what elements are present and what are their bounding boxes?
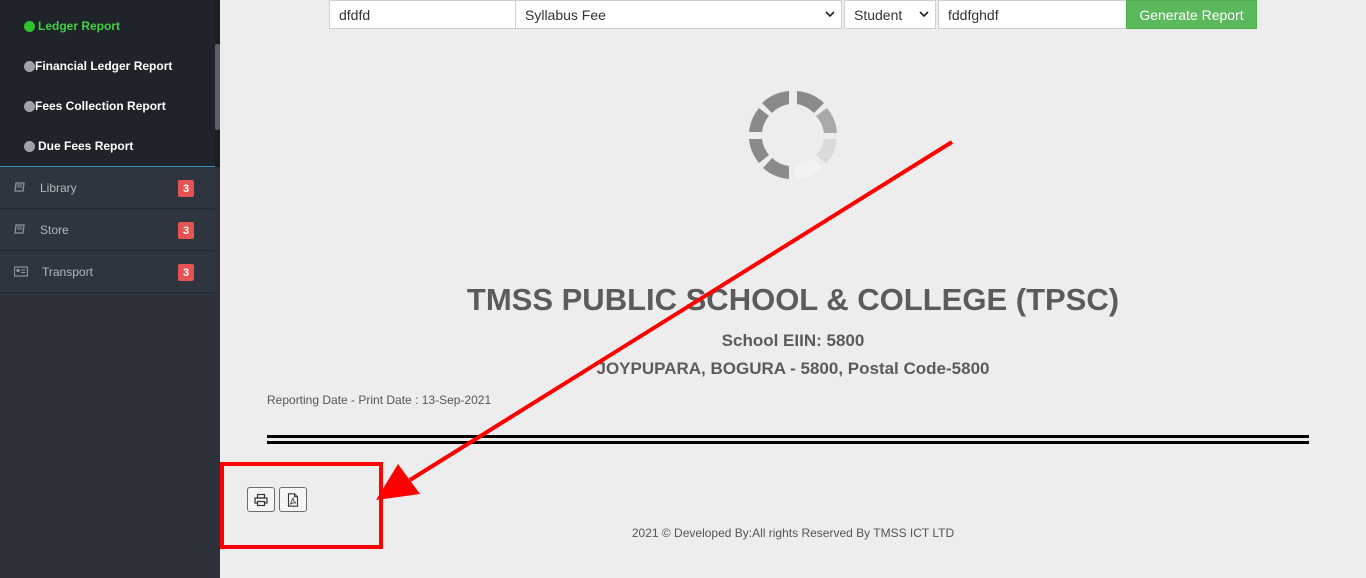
submenu-item-fees-collection-report[interactable]: Fees Collection Report	[24, 96, 166, 116]
bullet-icon	[24, 100, 35, 112]
bullet-icon	[24, 20, 35, 32]
sidebar-item-library[interactable]: Library 3	[0, 168, 215, 209]
bullet-icon	[24, 140, 35, 152]
school-name: TMSS PUBLIC SCHOOL & COLLEGE (TPSC)	[466, 282, 1120, 317]
submenu-item-due-fees-report[interactable]: Due Fees Report	[24, 136, 133, 156]
chevron-down-icon	[919, 11, 929, 18]
count-badge: 3	[178, 222, 194, 239]
book-icon	[14, 224, 25, 234]
divider	[267, 441, 1309, 444]
annotation-arrow-head	[376, 464, 420, 500]
pdf-button[interactable]	[279, 487, 307, 512]
loading-spinner-icon	[749, 91, 837, 179]
divider	[267, 435, 1309, 438]
fee-type-select[interactable]: Syllabus Fee	[515, 0, 842, 29]
school-eiin: School EIIN: 5800	[721, 331, 865, 350]
input-value: dfdfd	[339, 6, 371, 23]
book-icon	[14, 182, 25, 192]
sidebar-scrollbar-thumb[interactable]	[215, 44, 220, 130]
submenu-label: Ledger Report	[38, 19, 121, 33]
sidebar-item-label: Library	[40, 181, 77, 195]
count-badge: 3	[178, 264, 194, 281]
reporting-date: Reporting Date - Print Date : 13-Sep-202…	[267, 393, 492, 407]
bullet-icon	[24, 60, 35, 72]
sidebar-item-label: Transport	[42, 265, 93, 279]
generate-report-button[interactable]: Generate Report	[1126, 0, 1257, 29]
footer-text: 2021 © Developed By:All rights Reserved …	[631, 526, 955, 540]
pdf-icon	[287, 492, 299, 507]
person-type-select[interactable]: Student	[844, 0, 936, 29]
input-value: fddfghdf	[948, 6, 999, 23]
reports-submenu: Ledger Report Financial Ledger Report Fe…	[0, 0, 215, 167]
select-value: Student	[854, 6, 903, 23]
sidebar-item-label: Store	[40, 223, 69, 237]
submenu-label: Due Fees Report	[38, 139, 134, 153]
printer-icon	[254, 493, 268, 506]
select-value: Syllabus Fee	[525, 6, 606, 23]
filter-text-input[interactable]: dfdfd	[329, 0, 516, 29]
submenu-item-financial-ledger-report[interactable]: Financial Ledger Report	[24, 56, 172, 76]
sidebar: Ledger Report Financial Ledger Report Fe…	[0, 0, 220, 578]
id-card-icon	[14, 266, 28, 277]
filter-id-input[interactable]: fddfghdf	[938, 0, 1127, 29]
submenu-item-ledger-report[interactable]: Ledger Report	[24, 16, 120, 36]
school-address: JOYPUPARA, BOGURA - 5800, Postal Code-58…	[596, 359, 990, 378]
submenu-label: Financial Ledger Report	[35, 59, 173, 73]
chevron-down-icon	[825, 11, 835, 18]
print-button[interactable]	[247, 487, 275, 512]
sidebar-item-transport[interactable]: Transport 3	[0, 252, 215, 293]
sidebar-item-store[interactable]: Store 3	[0, 210, 215, 251]
count-badge: 3	[178, 180, 194, 197]
submenu-label: Fees Collection Report	[35, 99, 166, 113]
